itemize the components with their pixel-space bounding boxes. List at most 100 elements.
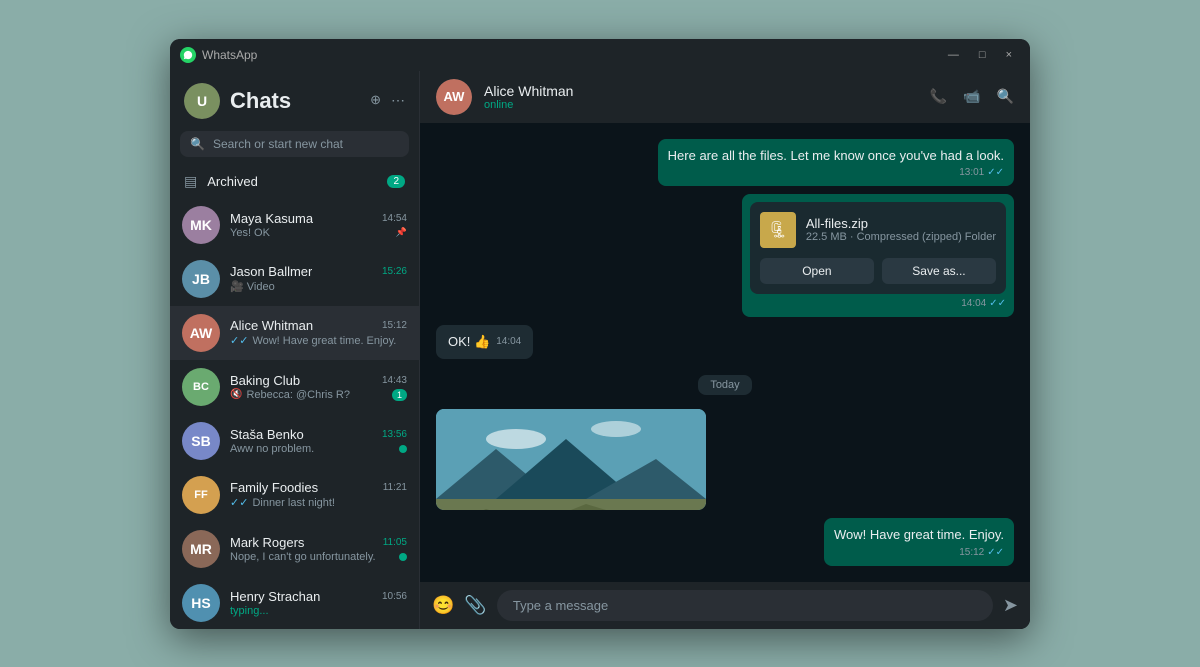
video-call-icon[interactable]: 📹 (963, 88, 980, 105)
chat-avatar-stasa: SB (182, 422, 220, 460)
chat-topbar-avatar: AW (436, 79, 472, 115)
message-image: So beautiful here! 15:06 ❤️ (436, 409, 706, 510)
chat-name-jason: Jason Ballmer (230, 264, 312, 279)
image-placeholder: So beautiful here! 15:06 (436, 409, 706, 510)
message-time-2: 14:04 (961, 298, 986, 309)
chat-name-maya: Maya Kasuma (230, 211, 313, 226)
file-actions: Open Save as... (760, 258, 996, 284)
chat-item-maya[interactable]: MK Maya Kasuma 14:54 Yes! OK 📌 (170, 198, 419, 252)
archived-row[interactable]: ▤ Archived 2 (170, 165, 419, 198)
chat-item-family[interactable]: FF Family Foodies 11:21 ✓✓ Dinner last n… (170, 468, 419, 522)
chat-info-mark: Mark Rogers 11:05 Nope, I can't go unfor… (230, 535, 407, 563)
chat-preview-stasa: Aww no problem. (230, 443, 314, 455)
archived-badge: 2 (387, 175, 405, 188)
message-input[interactable] (497, 590, 993, 621)
message-time-1: 13:01 (959, 167, 984, 178)
chat-preview-mark: Nope, I can't go unfortunately. (230, 551, 376, 563)
search-input[interactable] (213, 137, 399, 151)
file-card: 🗜 All-files.zip 22.5 MB · Compressed (zi… (750, 202, 1006, 294)
maximize-button[interactable]: □ (971, 47, 994, 63)
chat-item-jason[interactable]: JB Jason Ballmer 15:26 🎥 Video (170, 252, 419, 306)
chat-avatar-alice: AW (182, 314, 220, 352)
messages-area[interactable]: Here are all the files. Let me know once… (420, 123, 1030, 582)
message-ok: OK! 👍 14:04 (436, 325, 533, 359)
archive-icon: ▤ (184, 173, 197, 190)
chat-avatar-baking: BC (182, 368, 220, 406)
chat-preview-alice: ✓✓ Wow! Have great time. Enjoy. (230, 334, 396, 347)
sidebar: U Chats ⊕ ⋯ 🔍 ▤ Archived 2 (170, 71, 420, 629)
pin-icon-maya: 📌 (396, 227, 407, 238)
app-window: WhatsApp — □ × U Chats ⊕ ⋯ 🔍 (170, 39, 1030, 629)
search-chat-icon[interactable]: 🔍 (997, 88, 1014, 105)
chat-item-stasa[interactable]: SB Staša Benko 13:56 Aww no problem. (170, 414, 419, 468)
chat-item-baking[interactable]: BC Baking Club 14:43 🔇 Rebecca: @Chris R… (170, 360, 419, 414)
user-avatar[interactable]: U (184, 83, 220, 119)
chat-preview-henry: typing... (230, 605, 269, 617)
chat-item-alice[interactable]: AW Alice Whitman 15:12 ✓✓ Wow! Have grea… (170, 306, 419, 360)
chat-time-henry: 10:56 (382, 591, 407, 602)
date-label: Today (698, 375, 751, 395)
chat-list: MK Maya Kasuma 14:54 Yes! OK 📌 (170, 198, 419, 629)
chat-avatar-jason: JB (182, 260, 220, 298)
chat-info-family: Family Foodies 11:21 ✓✓ Dinner last nigh… (230, 480, 407, 509)
chat-time-stasa: 13:56 (382, 429, 407, 440)
unread-badge-baking: 1 (392, 389, 407, 401)
message-sent-final: Wow! Have great time. Enjoy. 15:12 ✓✓ (824, 518, 1014, 565)
chat-name-alice: Alice Whitman (230, 318, 313, 333)
chat-preview-jason: 🎥 Video (230, 280, 275, 293)
send-button[interactable]: ➤ (1003, 595, 1018, 616)
file-header: 🗜 All-files.zip 22.5 MB · Compressed (zi… (760, 212, 996, 248)
message-ok-wrapper: OK! 👍 14:04 (436, 325, 533, 359)
new-chat-icon[interactable]: ⊕ (370, 92, 381, 109)
chat-avatar-mark: MR (182, 530, 220, 568)
chat-item-henry[interactable]: HS Henry Strachan 10:56 typing... (170, 576, 419, 629)
close-button[interactable]: × (998, 47, 1020, 63)
file-size: 22.5 MB · Compressed (zipped) Folder (806, 231, 996, 243)
chat-time-family: 11:21 (383, 482, 407, 493)
input-area: 😊 📎 ➤ (420, 582, 1030, 629)
voice-call-icon[interactable]: 📞 (930, 88, 947, 105)
main-layout: U Chats ⊕ ⋯ 🔍 ▤ Archived 2 (170, 71, 1030, 629)
chat-topbar-name: Alice Whitman (484, 83, 918, 99)
chat-name-family: Family Foodies (230, 480, 318, 495)
chat-name-mark: Mark Rogers (230, 535, 304, 550)
chat-name-stasa: Staša Benko (230, 427, 304, 442)
app-title: WhatsApp (202, 48, 940, 62)
file-open-button[interactable]: Open (760, 258, 874, 284)
chat-avatar-maya: MK (182, 206, 220, 244)
mute-icon-baking: 🔇 (230, 389, 242, 400)
chat-preview-baking: Rebecca: @Chris R? (246, 389, 349, 401)
chat-topbar-icons: 📞 📹 🔍 (930, 88, 1014, 105)
chat-name-henry: Henry Strachan (230, 589, 320, 604)
emoji-icon[interactable]: 😊 (432, 595, 454, 616)
chat-preview-family: ✓✓ Dinner last night! (230, 496, 335, 509)
file-save-button[interactable]: Save as... (882, 258, 996, 284)
chat-time-mark: 11:05 (383, 537, 407, 548)
sidebar-header: U Chats ⊕ ⋯ (170, 71, 419, 127)
search-icon: 🔍 (190, 137, 205, 151)
chat-panel: AW Alice Whitman online 📞 📹 🔍 Here are a… (420, 71, 1030, 629)
file-icon: 🗜 (760, 212, 796, 248)
menu-icon[interactable]: ⋯ (391, 92, 405, 109)
chat-avatar-family: FF (182, 476, 220, 514)
chat-time-baking: 14:43 (382, 375, 407, 386)
sidebar-action-icons: ⊕ ⋯ (370, 92, 405, 109)
chat-item-mark[interactable]: MR Mark Rogers 11:05 Nope, I can't go un… (170, 522, 419, 576)
message-tick-final: ✓✓ (987, 547, 1004, 558)
file-name: All-files.zip (806, 216, 996, 231)
message-tick-1: ✓✓ (987, 167, 1004, 178)
minimize-button[interactable]: — (940, 47, 967, 63)
message-ok-time: 14:04 (496, 336, 521, 347)
message-time-final: 15:12 (959, 547, 984, 558)
message-tick-2: ✓✓ (989, 298, 1006, 309)
attach-icon[interactable]: 📎 (464, 595, 486, 616)
sidebar-title: Chats (230, 88, 370, 114)
chat-name-baking: Baking Club (230, 373, 300, 388)
search-bar[interactable]: 🔍 (180, 131, 409, 157)
online-dot-mark (399, 553, 407, 561)
message-ok-text: OK! 👍 (448, 333, 490, 351)
chat-info-baking: Baking Club 14:43 🔇 Rebecca: @Chris R? 1 (230, 373, 407, 401)
message-file-card: 🗜 All-files.zip 22.5 MB · Compressed (zi… (742, 194, 1014, 317)
chat-topbar-status: online (484, 99, 918, 111)
chat-topbar-info: Alice Whitman online (484, 83, 918, 111)
